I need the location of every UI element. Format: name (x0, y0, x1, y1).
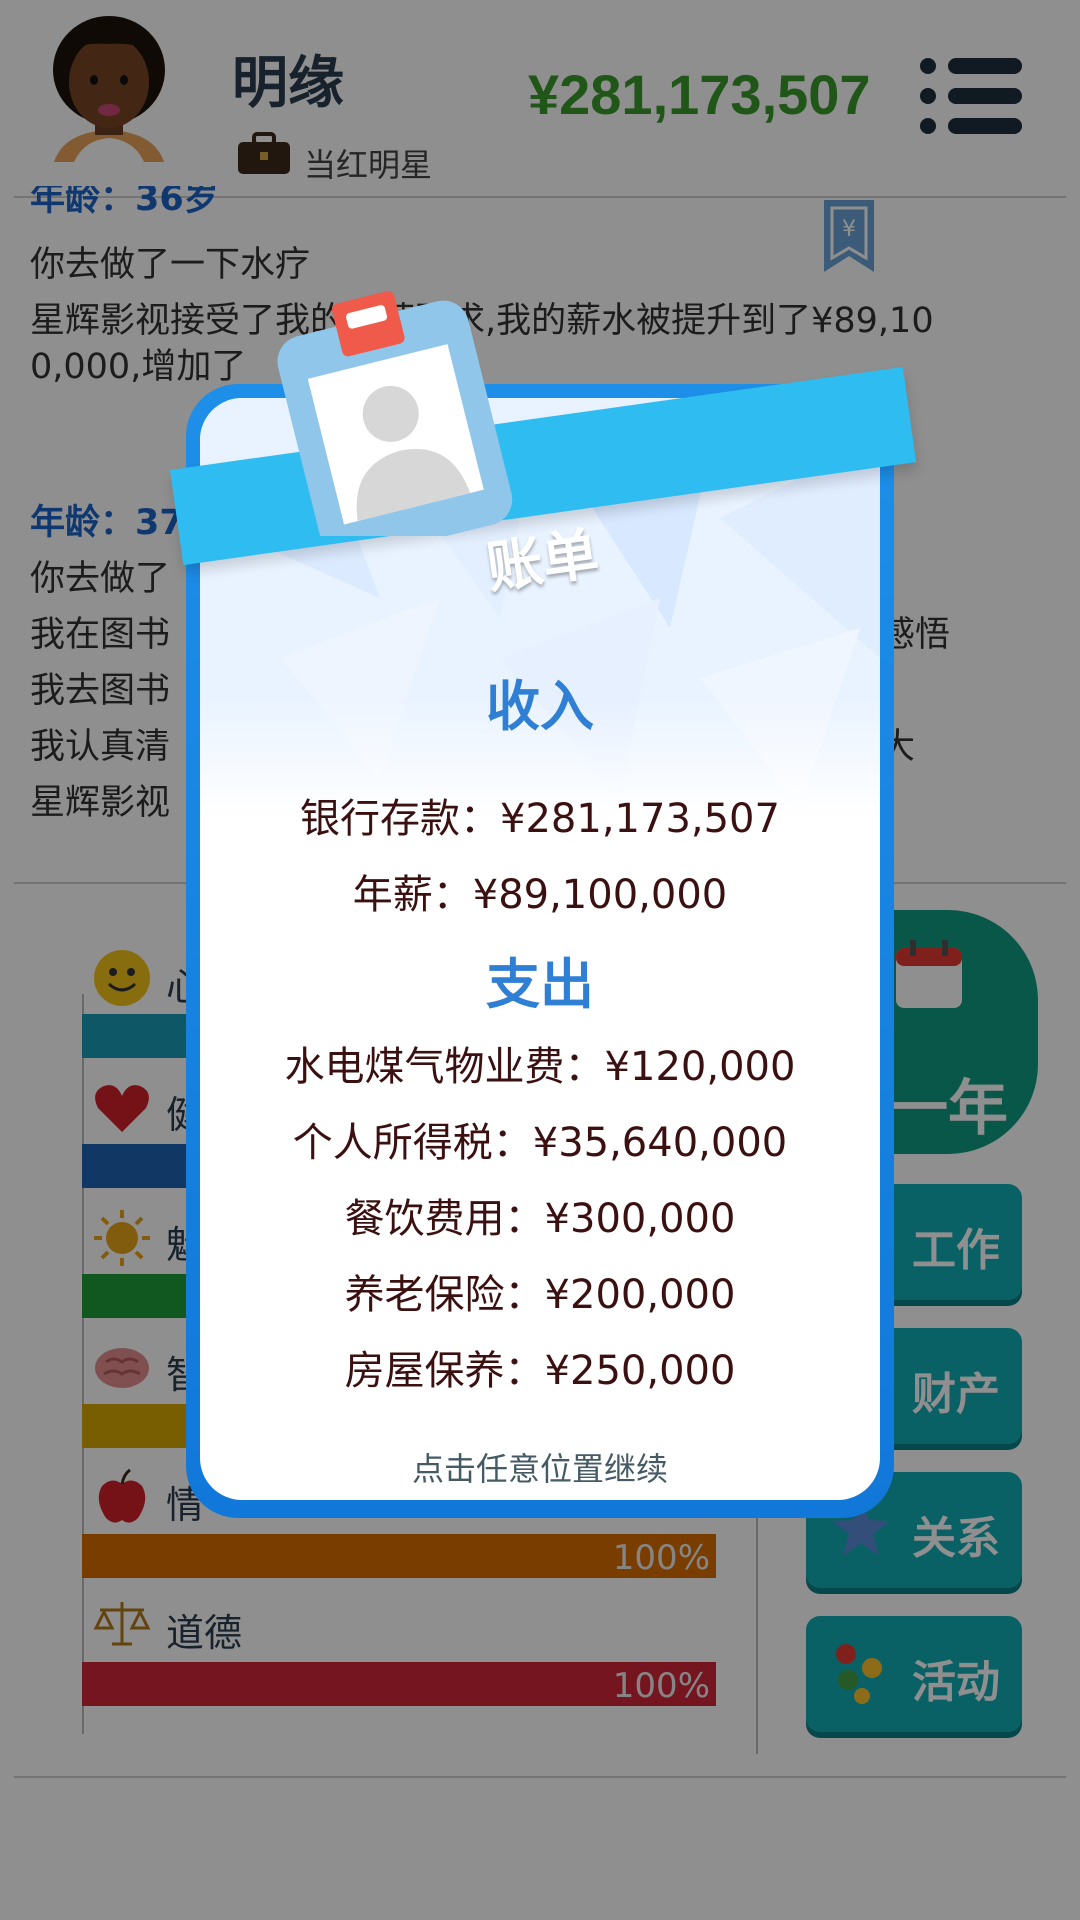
expense-line-food: 餐饮费用：¥300,000 (344, 1196, 736, 1242)
expense-line-pension: 养老保险：¥200,000 (344, 1272, 736, 1318)
id-badge-icon (277, 291, 513, 536)
expense-heading: 支出 (486, 953, 594, 1016)
income-line-salary: 年薪：¥89,100,000 (352, 872, 728, 918)
continue-hint[interactable]: 点击任意位置继续 (186, 1444, 894, 1490)
expense-line-house-maintenance: 房屋保养：¥250,000 (344, 1348, 736, 1394)
expense-line-income-tax: 个人所得税：¥35,640,000 (292, 1120, 788, 1166)
income-heading: 收入 (486, 675, 594, 738)
expense-line-utilities: 水电煤气物业费：¥120,000 (284, 1044, 796, 1090)
bill-title: 账单 (482, 521, 603, 602)
income-line-savings: 银行存款：¥281,173,507 (300, 796, 780, 842)
